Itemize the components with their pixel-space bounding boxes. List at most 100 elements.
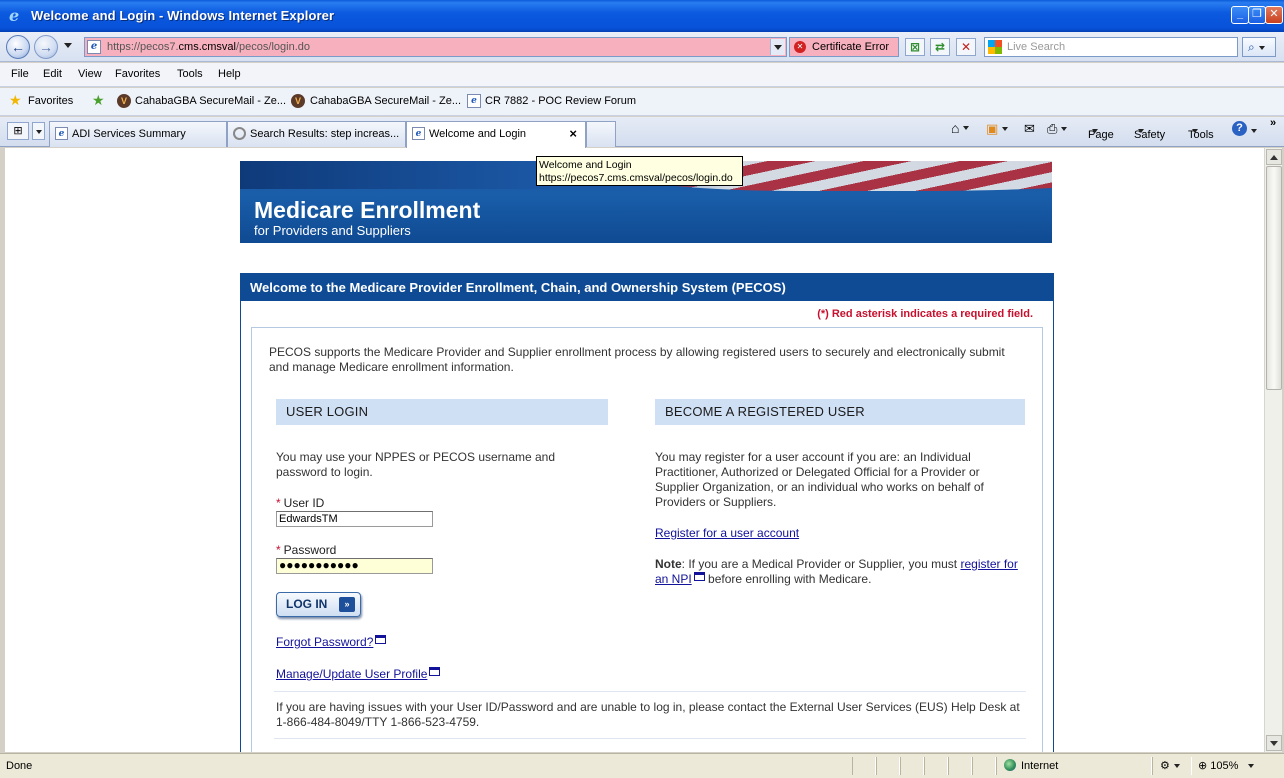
address-dropdown-icon[interactable] xyxy=(770,39,785,55)
forward-button[interactable]: → xyxy=(34,35,58,59)
scroll-thumb[interactable] xyxy=(1266,166,1282,390)
required-field-note: (*) Red asterisk indicates a required fi… xyxy=(817,308,1033,320)
quick-tabs-icon[interactable]: ⊞ xyxy=(7,122,29,140)
forgot-password-link[interactable]: Forgot Password? xyxy=(276,635,387,650)
tab-bar: ⊞ e ADI Services Summary Search Results:… xyxy=(0,117,1284,148)
manage-profile-link[interactable]: Manage/Update User Profile xyxy=(276,667,441,682)
certificate-error-icon: ✕ xyxy=(794,41,806,53)
search-button[interactable]: ⌕ xyxy=(1242,37,1276,57)
search-placeholder: Live Search xyxy=(1007,41,1066,53)
banner-subtitle: for Providers and Suppliers xyxy=(254,223,411,238)
intro-text: PECOS supports the Medicare Provider and… xyxy=(269,345,1005,374)
user-login-heading: USER LOGIN xyxy=(276,399,608,425)
internet-globe-icon xyxy=(1004,759,1016,771)
status-cell xyxy=(924,757,948,775)
ie-page-icon: e xyxy=(467,94,481,108)
cahaba-site-icon: V xyxy=(291,94,305,108)
status-cell xyxy=(972,757,996,775)
register-description: You may register for a user account if y… xyxy=(655,450,984,509)
panel-header: Welcome to the Medicare Provider Enrollm… xyxy=(241,274,1053,301)
favorite-link-3[interactable]: CR 7882 - POC Review Forum xyxy=(485,95,636,107)
login-description: You may use your NPPES or PECOS username… xyxy=(276,450,556,479)
certificate-error-label: Certificate Error xyxy=(812,41,890,53)
ie-page-icon: e xyxy=(412,127,425,140)
print-icon[interactable]: ⎙ xyxy=(1047,121,1068,137)
double-chevron-right-icon: » xyxy=(339,597,355,612)
zoom-level[interactable]: ⊕ 105% xyxy=(1198,759,1255,772)
read-mail-icon[interactable]: ✉ xyxy=(1024,121,1035,137)
help-icon[interactable]: ? xyxy=(1232,121,1247,136)
back-button[interactable]: ← xyxy=(6,35,30,59)
status-cell xyxy=(900,757,924,775)
tab-adi-services[interactable]: e ADI Services Summary xyxy=(49,121,227,147)
page-icon: e xyxy=(87,40,101,54)
tab-search-results[interactable]: Search Results: step increas... xyxy=(227,121,406,147)
tab-welcome-login[interactable]: e Welcome and Login × xyxy=(406,121,586,148)
favorites-star-icon: ★ xyxy=(9,92,22,108)
password-input[interactable]: ●●●●●●●●●●● xyxy=(276,558,433,574)
address-bar[interactable]: e https://pecos7.cms.cmsval/pecos/login.… xyxy=(84,37,787,57)
tab-label: Search Results: step increas... xyxy=(250,128,400,140)
userid-label: * User ID xyxy=(276,496,325,510)
favorite-link-2[interactable]: CahabaGBA SecureMail - Ze... xyxy=(310,95,461,107)
close-tab-icon[interactable]: × xyxy=(569,122,577,146)
panel-body: PECOS supports the Medicare Provider and… xyxy=(251,327,1043,752)
menu-file[interactable]: File xyxy=(11,68,29,80)
welcome-panel: Welcome to the Medicare Provider Enrollm… xyxy=(240,273,1054,752)
new-window-icon xyxy=(693,572,705,581)
menu-view[interactable]: View xyxy=(78,68,102,80)
new-tab-button[interactable] xyxy=(586,121,616,147)
recent-pages-dropdown[interactable] xyxy=(64,43,72,48)
userid-input[interactable]: EdwardsTM xyxy=(276,511,433,527)
chevron-more-icon[interactable]: » xyxy=(1270,117,1276,129)
status-cell xyxy=(876,757,900,775)
status-bar: Done Internet ⚙ ⊕ 105% xyxy=(0,753,1284,778)
status-cell xyxy=(948,757,972,775)
tab-label: ADI Services Summary xyxy=(72,128,186,140)
home-icon[interactable]: ⌂ xyxy=(951,120,970,136)
live-search-logo-icon xyxy=(988,40,1002,54)
login-button-label: LOG IN xyxy=(286,597,328,611)
password-label: * Password xyxy=(276,543,337,557)
tab-list-dropdown[interactable] xyxy=(32,122,45,140)
favorites-button[interactable]: Favorites xyxy=(28,95,73,107)
address-toolbar: ← → e https://pecos7.cms.cmsval/pecos/lo… xyxy=(0,32,1284,62)
menu-edit[interactable]: Edit xyxy=(43,68,62,80)
favorites-bar: ★ Favorites ★ V CahabaGBA SecureMail - Z… xyxy=(0,88,1284,116)
scroll-up-button[interactable] xyxy=(1266,149,1282,165)
feeds-icon[interactable]: ▣ xyxy=(986,121,1009,137)
refresh-icon[interactable]: ⇄ xyxy=(930,38,950,56)
search-input[interactable]: Live Search xyxy=(984,37,1238,57)
menu-tools[interactable]: Tools xyxy=(177,68,203,80)
register-account-link[interactable]: Register for a user account xyxy=(655,526,799,541)
restore-button[interactable]: ❐ xyxy=(1248,6,1266,24)
add-favorites-icon[interactable]: ★ xyxy=(92,92,105,109)
npi-note: Note: If you are a Medical Provider or S… xyxy=(655,557,1018,586)
compatibility-view-icon[interactable]: ⊠ xyxy=(905,38,925,56)
minimize-button[interactable]: _ xyxy=(1231,6,1249,24)
protected-mode-icon[interactable]: ⚙ xyxy=(1160,759,1180,772)
login-button[interactable]: LOG IN » xyxy=(276,592,361,617)
tooltip-title: Welcome and Login xyxy=(539,159,632,171)
cahaba-site-icon: V xyxy=(117,94,131,108)
status-cell xyxy=(852,757,876,775)
close-window-button[interactable]: ✕ xyxy=(1265,6,1283,24)
divider xyxy=(274,691,1026,692)
certificate-error-button[interactable]: ✕ Certificate Error xyxy=(789,37,899,57)
vertical-scrollbar[interactable] xyxy=(1264,148,1282,752)
title-bar: e Welcome and Login - Windows Internet E… xyxy=(0,0,1284,32)
menu-help[interactable]: Help xyxy=(218,68,241,80)
menu-bar: File Edit View Favorites Tools Help xyxy=(0,63,1284,87)
menu-favorites[interactable]: Favorites xyxy=(115,68,160,80)
new-window-icon xyxy=(375,635,387,644)
favorite-link-1[interactable]: CahabaGBA SecureMail - Ze... xyxy=(135,95,286,107)
scroll-down-button[interactable] xyxy=(1266,735,1282,751)
new-window-icon xyxy=(429,667,441,676)
tab-label: Welcome and Login xyxy=(429,128,527,140)
tab-tooltip: Welcome and Login https://pecos7.cms.cms… xyxy=(536,156,743,186)
banner-title: Medicare Enrollment xyxy=(254,197,481,223)
ie-logo-icon: e xyxy=(9,6,20,25)
status-text: Done xyxy=(6,760,33,772)
stop-icon[interactable]: ✕ xyxy=(956,38,976,56)
loading-icon xyxy=(233,127,246,140)
